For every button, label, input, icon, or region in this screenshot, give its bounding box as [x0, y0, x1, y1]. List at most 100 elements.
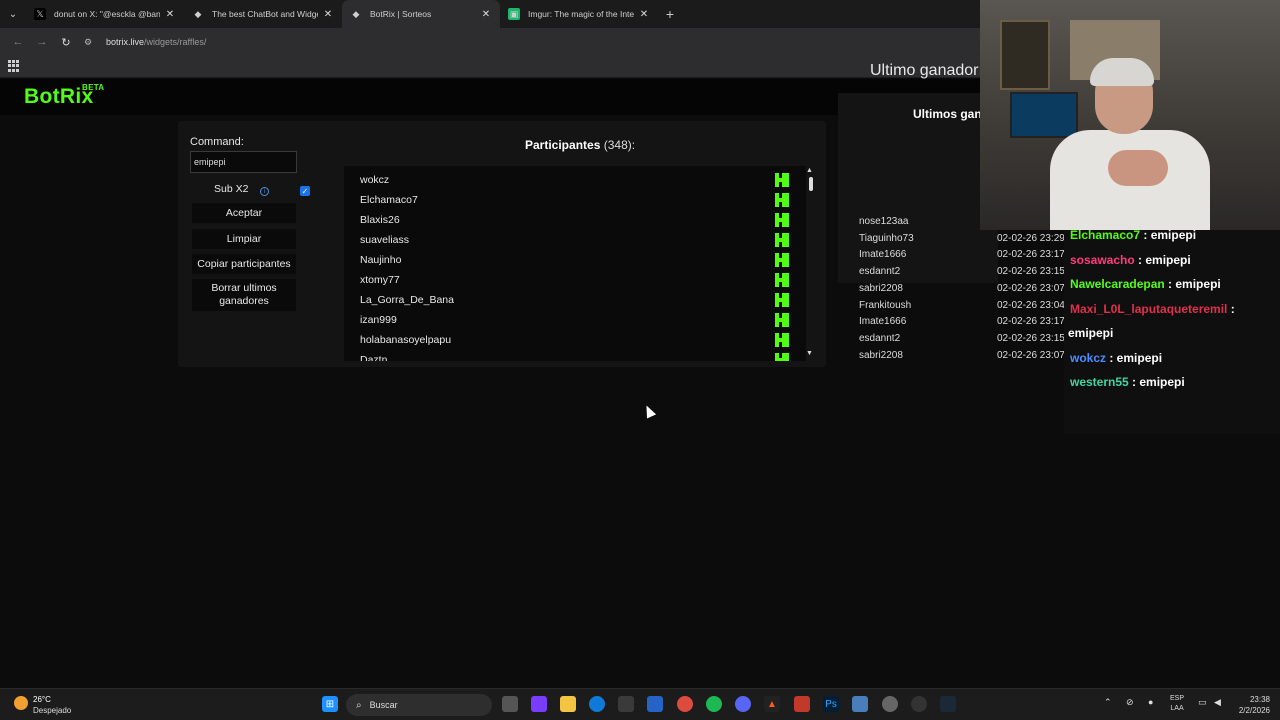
- address-bar[interactable]: ⚙ botrix.live/widgets/raffles/: [84, 31, 984, 53]
- beta-badge: BETA: [82, 83, 105, 92]
- volume-icon[interactable]: ◀: [1214, 697, 1221, 708]
- tab-close-icon[interactable]: ✕: [638, 9, 650, 20]
- winner-name: nose123aa: [859, 216, 909, 227]
- winner-date: 02-02-26 23:29: [997, 232, 1065, 244]
- new-tab-button[interactable]: +: [658, 6, 682, 22]
- chat-text: : emipepi: [1106, 350, 1163, 365]
- copy-participants-button[interactable]: Copiar participantes: [192, 254, 296, 274]
- task-view-icon[interactable]: [502, 696, 518, 712]
- network-off-icon[interactable]: ⊘: [1126, 697, 1134, 708]
- command-label: Command:: [190, 136, 244, 148]
- browser-tab[interactable]: ▣ Imgur: The magic of the Interne ✕: [500, 0, 658, 28]
- windows-start-icon[interactable]: ⊞: [322, 696, 338, 712]
- kick-icon: [775, 273, 789, 287]
- chat-text: emipepi: [1068, 326, 1114, 340]
- winner-name: esdannt2: [859, 266, 901, 278]
- browser-tab[interactable]: 𝕏donut on X: "@esckla @banan ✕: [26, 0, 184, 28]
- microphone-icon[interactable]: ●: [1148, 697, 1153, 707]
- recording-app-icon[interactable]: [794, 696, 810, 712]
- participant-row: izan999: [344, 310, 806, 330]
- spotify-icon[interactable]: [706, 696, 722, 712]
- edge-icon[interactable]: [589, 696, 605, 712]
- copilot-icon[interactable]: [531, 696, 547, 712]
- participants-title-text: Participantes: [525, 138, 601, 152]
- participant-name: izan999: [360, 314, 397, 326]
- back-button[interactable]: ←: [6, 30, 30, 54]
- url-path: /widgets/raffles/: [144, 37, 207, 47]
- store-icon[interactable]: [618, 696, 634, 712]
- tab-close-icon[interactable]: ✕: [164, 9, 176, 20]
- chat-text: : emipepi: [1140, 228, 1197, 242]
- sub-x2-checkbox[interactable]: ✓: [300, 186, 310, 196]
- chat-message: emipepi: [1068, 326, 1113, 340]
- taskbar-search[interactable]: ⌕ Buscar: [346, 694, 492, 716]
- tab-favicon-icon: ▣: [508, 8, 520, 20]
- chat-message: wokcz : emipepi: [1070, 351, 1162, 365]
- participant-name: Elchamaco7: [360, 194, 418, 206]
- participant-name: wokcz: [360, 174, 390, 186]
- file-explorer-icon[interactable]: [560, 696, 576, 712]
- participants-list[interactable]: wokcz Elchamaco7 Blaxis26 suaveliass Naujinh…: [344, 166, 806, 361]
- participant-name: La_Gorra_De_Bana: [360, 294, 454, 306]
- kick-icon: [775, 353, 789, 361]
- accept-button[interactable]: Aceptar: [192, 203, 296, 223]
- search-placeholder: Buscar: [369, 700, 398, 710]
- participant-row: Elchamaco7: [344, 190, 806, 210]
- chat-text: :: [1227, 301, 1235, 316]
- sub-x2-label: Sub X2: [214, 183, 249, 195]
- winner-date: 02-02-26 23:17: [997, 249, 1065, 261]
- tray-chevron-icon[interactable]: ⌃: [1104, 697, 1112, 708]
- info-icon[interactable]: i: [260, 187, 269, 196]
- keyboard-layout: LAA: [1170, 705, 1184, 712]
- botrix-logo[interactable]: BotRix BETA: [24, 83, 104, 109]
- notepad-icon[interactable]: [852, 696, 868, 712]
- tab-close-icon[interactable]: ✕: [322, 9, 334, 20]
- weather-condition: Despejado: [33, 706, 72, 715]
- raffle-panel: Command: Sub X2 i ✓ Aceptar Limpiar Copi…: [178, 121, 826, 367]
- tab-search-chevron-icon[interactable]: ⌄: [0, 0, 26, 28]
- settings-gear-icon[interactable]: [882, 696, 898, 712]
- forward-button[interactable]: →: [30, 30, 54, 54]
- obs-icon[interactable]: [911, 696, 927, 712]
- tab-close-icon[interactable]: ✕: [480, 9, 492, 20]
- display-icon[interactable]: ▭: [1198, 697, 1207, 708]
- photoshop-icon[interactable]: Ps: [823, 696, 839, 712]
- participant-row: holabanasoyelpapu: [344, 330, 806, 350]
- mail-icon[interactable]: [647, 696, 663, 712]
- scrollbar-thumb[interactable]: [809, 177, 813, 191]
- kick-icon: [775, 313, 789, 327]
- chat-username: Maxi_L0L_laputaqueteremil: [1070, 301, 1228, 316]
- command-input[interactable]: [190, 151, 297, 173]
- delete-winners-button[interactable]: Borrar ultimos ganadores: [192, 279, 296, 311]
- clear-button[interactable]: Limpiar: [192, 229, 296, 249]
- scroll-up-arrow-icon[interactable]: ▲: [806, 167, 813, 174]
- kick-icon: [775, 293, 789, 307]
- participant-name: xtomy77: [360, 274, 400, 286]
- app-icon[interactable]: ▲: [764, 696, 780, 712]
- winner-name: sabri2208: [859, 282, 903, 294]
- browser-tab[interactable]: ◆ BotRix | Sorteos ✕: [342, 0, 500, 28]
- chat-message: Nawelcaradepan : emipepi: [1070, 277, 1221, 291]
- kick-icon: [775, 213, 789, 227]
- language-indicator[interactable]: ESP LAA: [1170, 694, 1184, 714]
- chat-message: Elchamaco7 : emipepi: [1070, 228, 1196, 242]
- clock-date: 2/2/2026: [1238, 706, 1270, 715]
- chat-message: sosawacho : emipepi: [1070, 253, 1191, 267]
- scroll-down-arrow-icon[interactable]: ▼: [806, 350, 813, 357]
- clock-time: 23:38: [1249, 695, 1270, 704]
- chrome-icon[interactable]: [677, 696, 693, 712]
- browser-tab[interactable]: ◆ The best ChatBot and Widgets ✕: [184, 0, 342, 28]
- apps-grid-icon[interactable]: [8, 60, 20, 72]
- weather-temperature: 26°C: [33, 695, 51, 704]
- site-settings-icon[interactable]: ⚙: [84, 37, 100, 48]
- steam-icon[interactable]: [940, 696, 956, 712]
- reload-button[interactable]: ↻: [54, 30, 78, 54]
- participant-row: Blaxis26: [344, 210, 806, 230]
- last-winner-label: Ultimo ganador:: [870, 62, 983, 79]
- system-clock[interactable]: 23:38 2/2/2026: [1232, 694, 1270, 716]
- participant-row: suaveliass: [344, 230, 806, 250]
- kick-icon: [775, 173, 789, 187]
- chat-username: sosawacho: [1070, 252, 1135, 267]
- weather-icon[interactable]: [14, 696, 28, 710]
- discord-icon[interactable]: [735, 696, 751, 712]
